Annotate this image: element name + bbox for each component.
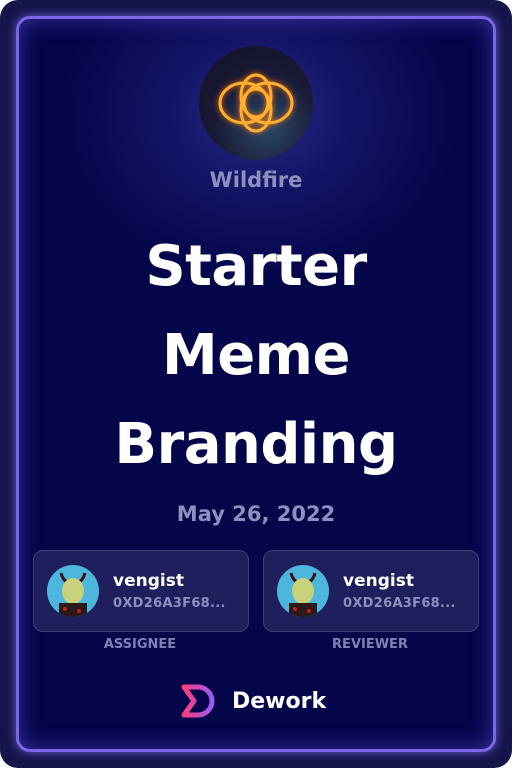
task-title-line: Branding: [114, 412, 398, 477]
ape-avatar-icon: [277, 565, 329, 617]
reviewer-card: vengist 0XD26A3F68...: [263, 550, 479, 632]
task-date: May 26, 2022: [176, 502, 336, 526]
assignee-card: vengist 0XD26A3F68...: [33, 550, 249, 632]
brand-name: Dework: [232, 688, 327, 714]
reviewer-label: REVIEWER: [332, 637, 408, 652]
reviewer-address: 0XD26A3F68...: [343, 596, 456, 611]
assignee-name: vengist: [113, 571, 184, 591]
dework-brand: Dework: [180, 683, 326, 719]
task-title-line: Starter: [145, 234, 367, 299]
ape-avatar-icon: [47, 565, 99, 617]
assignee-address: 0XD26A3F68...: [113, 596, 226, 611]
reviewer-name: vengist: [343, 571, 414, 591]
task-title: Starter Meme Branding: [0, 222, 512, 489]
dework-logo-icon: [181, 684, 215, 718]
organization-name: Wildfire: [209, 168, 303, 192]
assignee-label: ASSIGNEE: [103, 637, 177, 652]
organization-logo: [199, 46, 313, 160]
task-title-line: Meme: [161, 323, 351, 388]
rings-logo-icon: [218, 73, 294, 133]
